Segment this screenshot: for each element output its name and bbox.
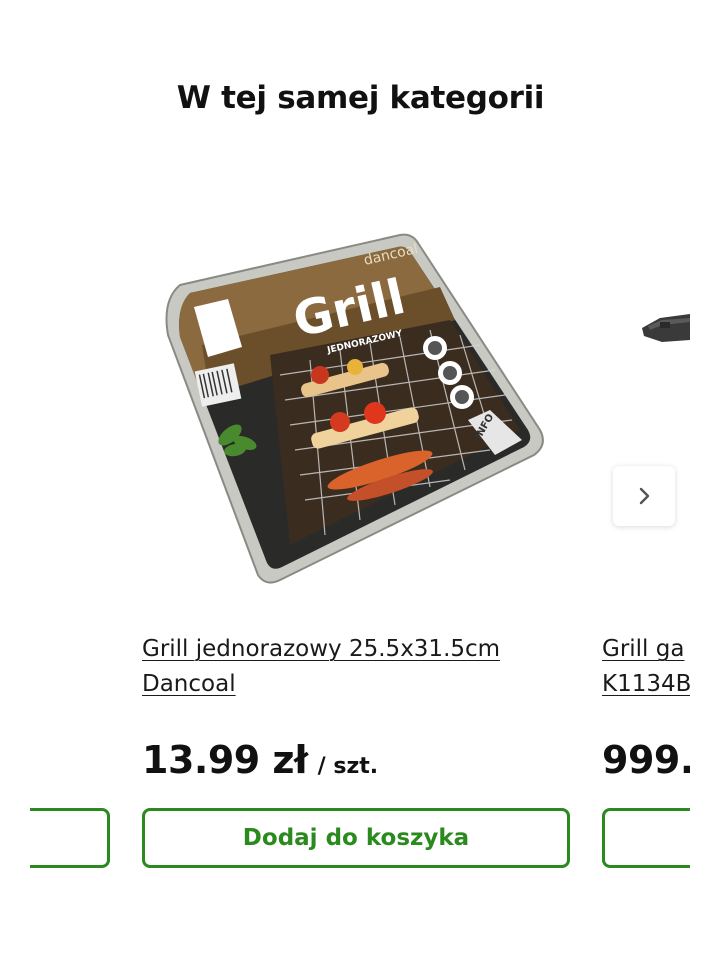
add-to-cart-button[interactable]: Dodaj do koszyka [142, 808, 570, 868]
section-title: W tej samej kategorii [176, 80, 545, 116]
product-unit: / szt. [317, 754, 379, 779]
next-product-name-line1: Grill ga [602, 636, 685, 662]
product-carousel: W tej samej kategorii dancoal Grill JEDN… [0, 0, 721, 960]
product-image[interactable]: dancoal Grill JEDNORAZOWY INFO [150, 225, 560, 595]
carousel-next-button[interactable] [613, 466, 675, 526]
price-row: 13.99 zł / szt. [142, 738, 378, 782]
previous-product-add-button[interactable] [30, 808, 110, 868]
next-product-name-line2: K1134B/ [602, 671, 690, 697]
product-price: 13.99 zł [142, 738, 308, 782]
next-product-price: 999. [602, 738, 690, 782]
next-product-image[interactable] [640, 300, 700, 360]
next-product-name-link[interactable]: Grill ga K1134B/ [602, 632, 690, 702]
next-product-add-button[interactable] [602, 808, 690, 868]
product-name-link[interactable]: Grill jednorazowy 25.5x31.5cm Dancoal [142, 632, 562, 702]
product-name-line2: Dancoal [142, 671, 236, 697]
chevron-right-icon [639, 487, 650, 505]
product-name-line1: Grill jednorazowy 25.5x31.5cm [142, 636, 501, 662]
